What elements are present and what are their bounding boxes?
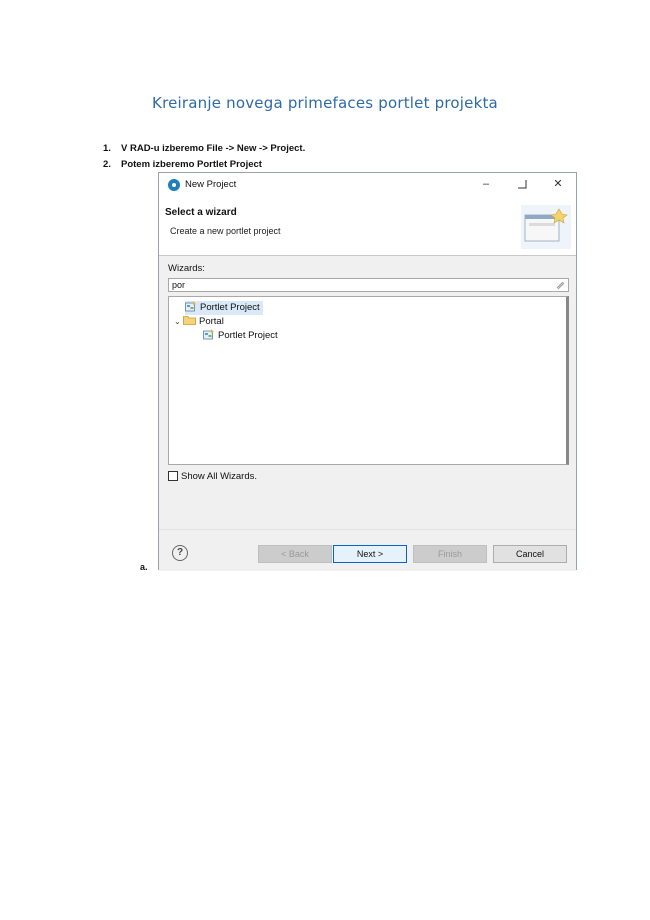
wizard-tree[interactable]: Portlet Project ⌄ Portal Portlet Project (168, 296, 569, 465)
chevron-down-icon[interactable]: ⌄ (174, 315, 183, 329)
show-all-wizards-row[interactable]: Show All Wizards. (168, 471, 257, 482)
dialog-footer: ? < Back Next > Finish Cancel (159, 529, 576, 571)
step-text: V RAD-u izberemo File -> New -> Project. (121, 143, 306, 154)
document-title: Kreiranje novega primefaces portlet proj… (152, 94, 498, 112)
show-all-wizards-checkbox[interactable] (168, 471, 178, 481)
window-title: New Project (185, 179, 237, 190)
clear-filter-icon[interactable] (555, 280, 565, 290)
tree-item-label: Portlet Project (200, 302, 260, 313)
tree-item-portlet-project-child[interactable]: Portlet Project (203, 329, 278, 343)
tree-item-label: Portal (199, 316, 224, 327)
wizard-filter-input[interactable]: por (168, 278, 569, 292)
close-button[interactable]: ✕ (548, 176, 568, 192)
portlet-project-icon (203, 329, 214, 340)
step-text: Potem izberemo Portlet Project (121, 159, 262, 170)
maximize-button[interactable] (512, 176, 532, 192)
steps-list: 1. V RAD-u izberemo File -> New -> Projec… (103, 142, 305, 174)
header-title: Select a wizard (165, 207, 237, 218)
wizard-banner-icon (521, 205, 571, 249)
minimize-button[interactable]: – (476, 176, 496, 192)
step-number: 2. (103, 159, 111, 170)
maximize-icon (518, 180, 527, 189)
eclipse-app-icon (168, 179, 180, 191)
step-number: 1. (103, 143, 111, 154)
sub-item-marker: a. (140, 562, 148, 572)
wizards-label: Wizards: (168, 263, 205, 274)
show-all-wizards-label: Show All Wizards. (181, 471, 258, 482)
tree-item-label: Portlet Project (218, 330, 278, 341)
cancel-button[interactable]: Cancel (493, 545, 567, 563)
wizard-header: Select a wizard Create a new portlet pro… (159, 197, 576, 256)
next-button[interactable]: Next > (333, 545, 407, 563)
back-button[interactable]: < Back (258, 545, 332, 563)
tree-item-portal[interactable]: ⌄ Portal (174, 315, 224, 329)
new-project-dialog: New Project – ✕ Select a wizard Create a… (158, 172, 577, 571)
help-icon[interactable]: ? (172, 545, 188, 561)
folder-icon (183, 316, 196, 325)
portlet-project-icon (185, 301, 196, 312)
finish-button[interactable]: Finish (413, 545, 487, 563)
header-description: Create a new portlet project (170, 226, 281, 236)
step-item: 1. V RAD-u izberemo File -> New -> Projec… (103, 142, 305, 158)
filter-value: por (172, 280, 186, 290)
tree-item-portlet-project[interactable]: Portlet Project (185, 301, 263, 315)
title-bar[interactable]: New Project – ✕ (159, 173, 576, 197)
